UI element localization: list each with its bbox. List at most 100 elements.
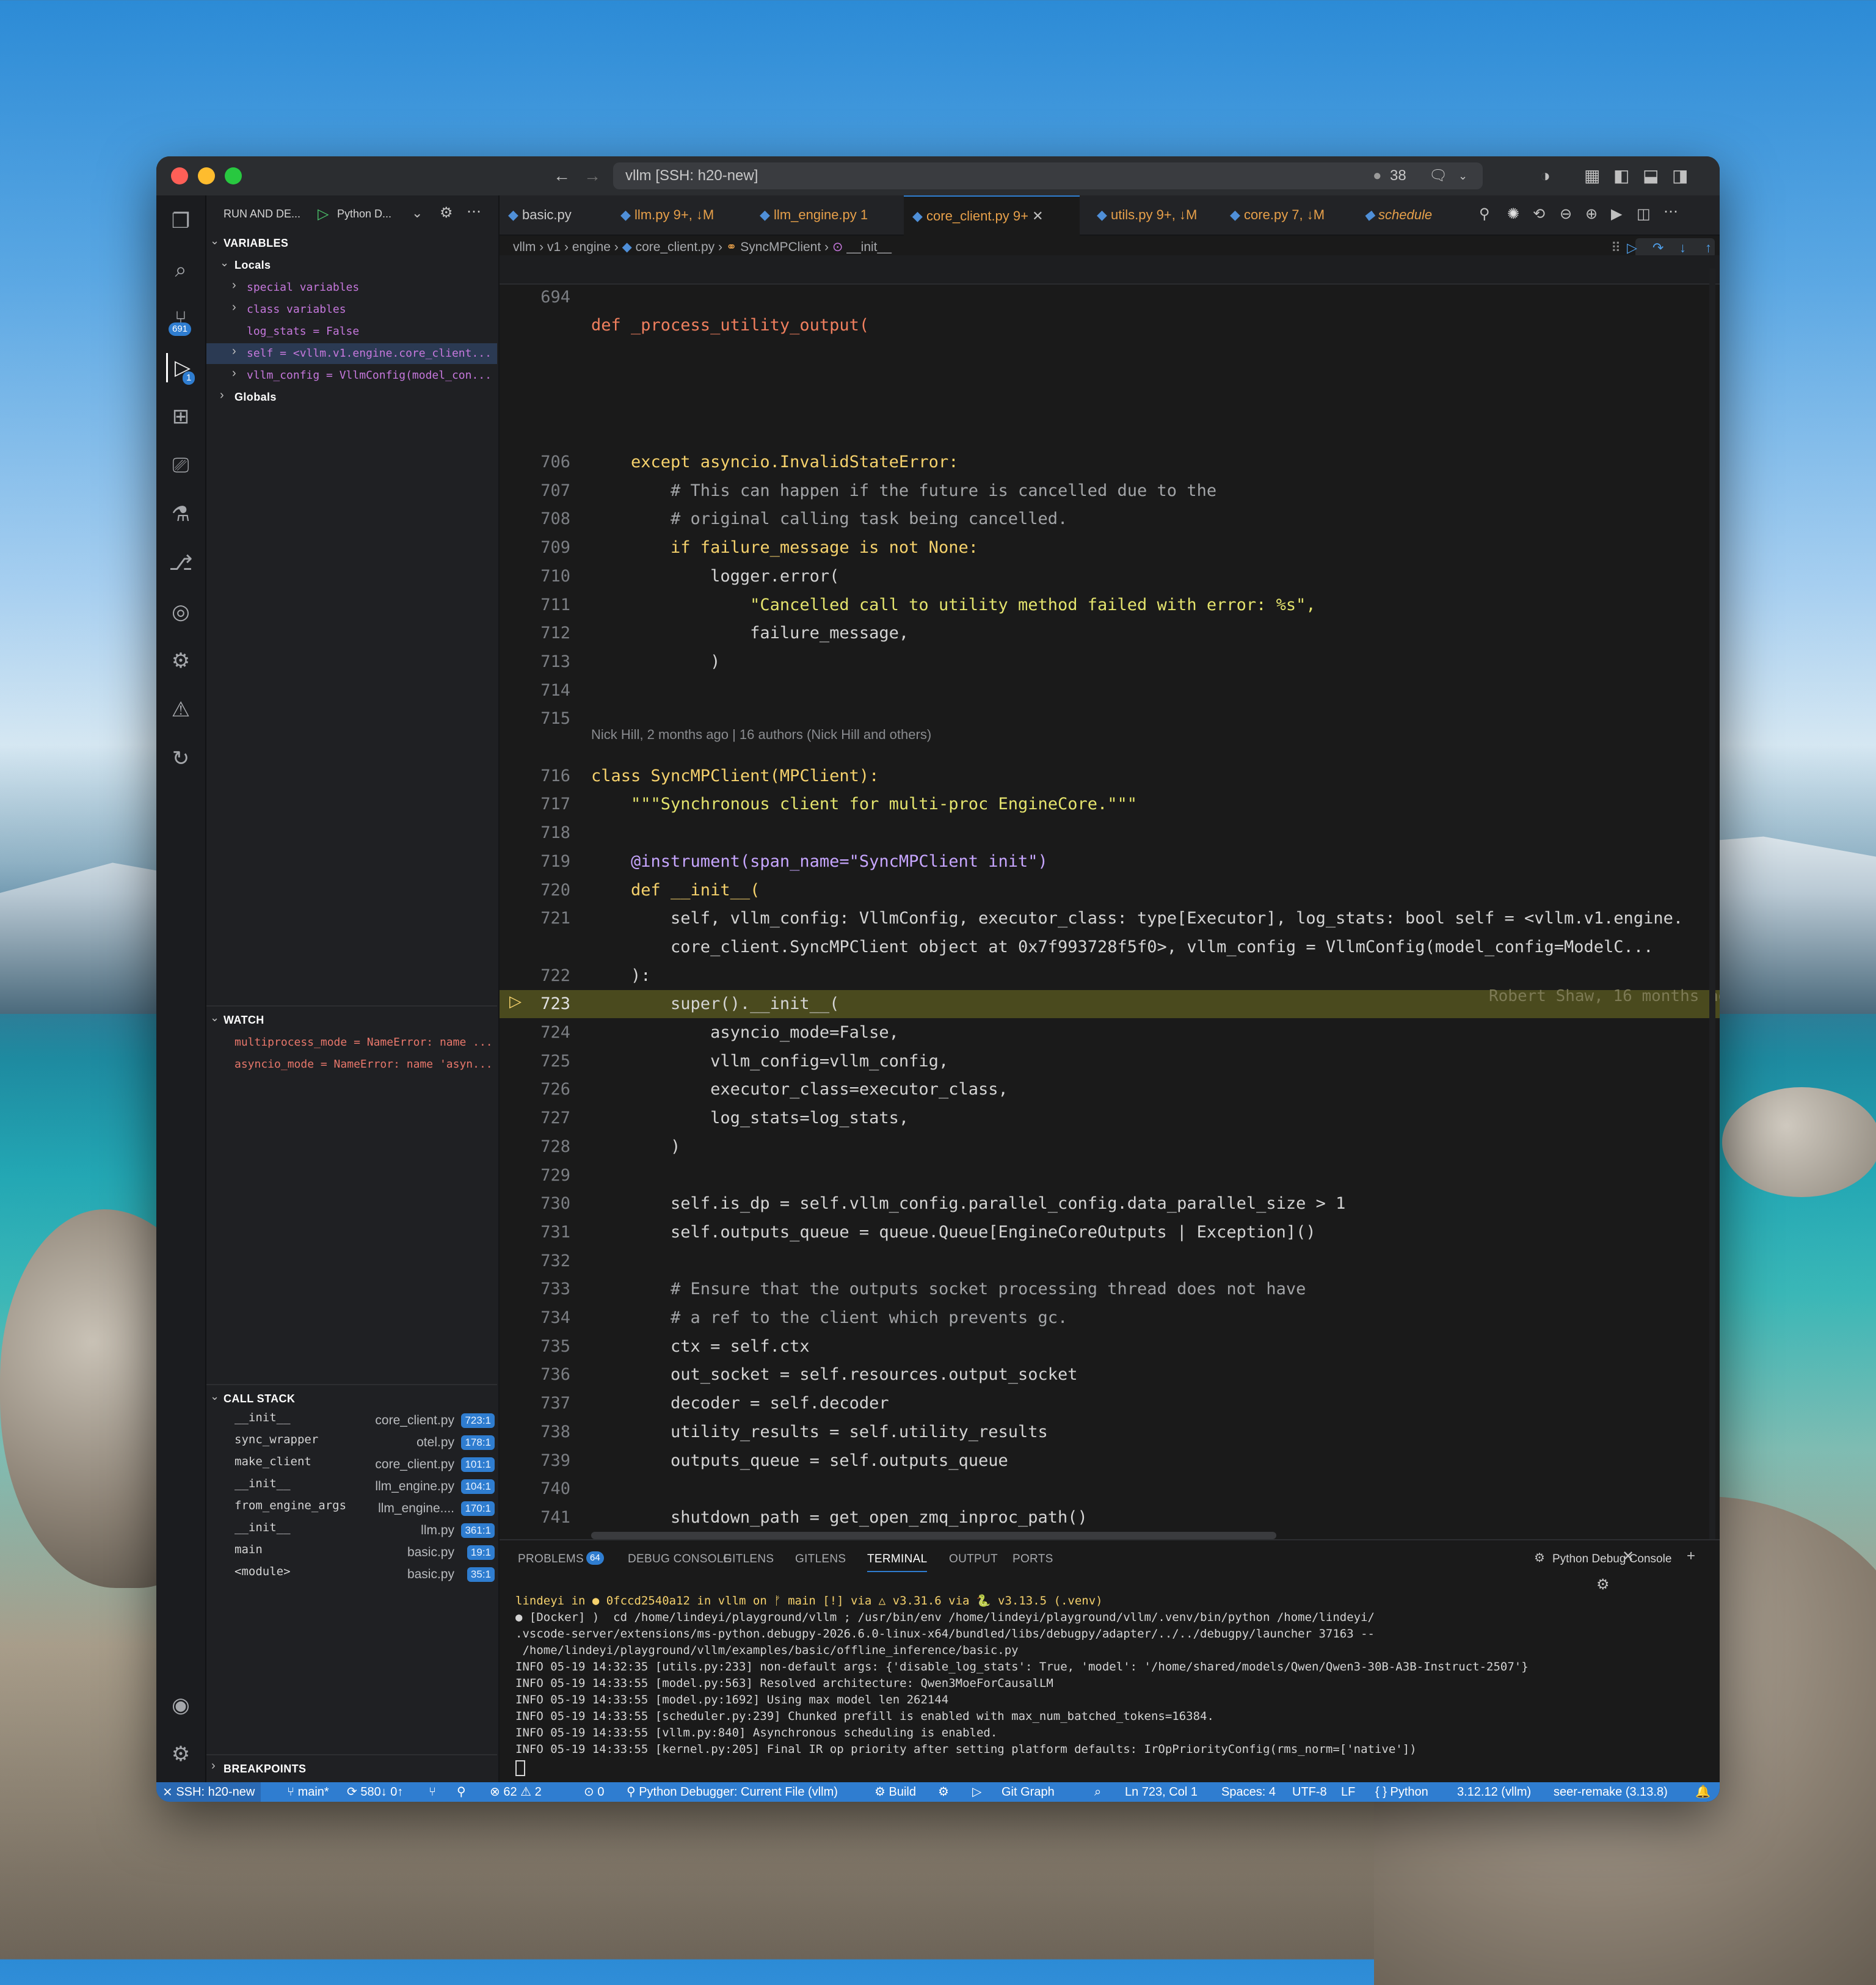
- code-line[interactable]: 737 decoder = self.decoder: [500, 1390, 1720, 1418]
- toggle-panel-icon[interactable]: ⬓: [1643, 166, 1659, 186]
- code-line[interactable]: 728 ): [500, 1133, 1720, 1161]
- code-line[interactable]: 722 ):: [500, 962, 1720, 990]
- chevron-right-icon[interactable]: ›: [211, 1759, 216, 1773]
- settings-gear-icon[interactable]: ⚙: [166, 1739, 195, 1769]
- terminal-name[interactable]: Python Debug Console: [1552, 1553, 1671, 1566]
- tab-core-client-py[interactable]: ◆ core_client.py 9+ ✕: [904, 195, 1080, 236]
- containers-icon[interactable]: ⚙: [166, 646, 195, 676]
- tab-core-py[interactable]: ◆ core.py 7, ↓M: [1230, 195, 1325, 235]
- breadcrumb-item[interactable]: __init__: [846, 240, 892, 254]
- code-line[interactable]: 727 log_stats=log_stats,: [500, 1104, 1720, 1132]
- language-mode[interactable]: { } Python: [1375, 1782, 1428, 1802]
- zoom-window-button[interactable]: [225, 167, 242, 184]
- code-line[interactable]: 741 shutdown_path = get_open_zmq_inproc_…: [500, 1504, 1720, 1532]
- code-line[interactable]: 714: [500, 677, 1720, 705]
- testing-icon[interactable]: ⚗: [166, 500, 195, 529]
- code-line[interactable]: 736 out_socket = self.resources.output_s…: [500, 1361, 1720, 1389]
- python-env[interactable]: seer-remake (3.13.8): [1554, 1782, 1668, 1802]
- notifications-bell-icon[interactable]: 🔔: [1695, 1782, 1711, 1802]
- toggle-secondary-sidebar-icon[interactable]: ◨: [1672, 166, 1688, 186]
- horizontal-scrollbar[interactable]: [591, 1532, 1276, 1539]
- more-actions-icon[interactable]: ⋯: [467, 203, 481, 220]
- gear-icon[interactable]: ⚙: [440, 204, 453, 222]
- tab-llm-py[interactable]: ◆ llm.py 9+, ↓M: [620, 195, 714, 235]
- code-line[interactable]: 713 ): [500, 648, 1720, 676]
- watch-expression[interactable]: multiprocess_mode = NameError: name ...: [234, 1036, 493, 1049]
- breadcrumb-item[interactable]: SyncMPClient: [740, 240, 821, 254]
- build-status[interactable]: ⚙ Build: [874, 1782, 916, 1802]
- encoding[interactable]: UTF-8: [1292, 1782, 1327, 1802]
- more-actions-icon[interactable]: ⋯: [1663, 203, 1678, 220]
- gitlens-icon[interactable]: ◎: [166, 597, 195, 627]
- locals-scope[interactable]: Locals: [234, 259, 271, 272]
- copilot-icon[interactable]: ✺: [1507, 205, 1519, 223]
- source-control-icon[interactable]: ⑂ 691: [166, 304, 195, 336]
- explorer-icon[interactable]: ❐: [166, 206, 195, 236]
- chat-icon[interactable]: 🗨: [1429, 162, 1447, 189]
- gitlens-icon[interactable]: ⚲: [457, 1782, 466, 1802]
- code-line[interactable]: 739 outputs_queue = self.outputs_queue: [500, 1447, 1720, 1475]
- variable-log-stats[interactable]: log_stats = False: [247, 325, 359, 338]
- code-line[interactable]: 730 self.is_dp = self.vllm_config.parall…: [500, 1190, 1720, 1218]
- remote-indicator[interactable]: ⨯ SSH: h20-new: [156, 1782, 261, 1802]
- breadcrumb-item[interactable]: vllm: [513, 240, 536, 254]
- account-icon[interactable]: ◉: [166, 1691, 195, 1720]
- close-window-button[interactable]: [171, 167, 188, 184]
- code-line[interactable]: 725 vllm_config=vllm_config,: [500, 1047, 1720, 1076]
- watch-header[interactable]: WATCH: [224, 1014, 264, 1027]
- tab-problems[interactable]: PROBLEMS: [518, 1553, 584, 1566]
- next-change-icon[interactable]: ⊕: [1585, 205, 1598, 223]
- tab-schedule[interactable]: ◆ schedule: [1364, 195, 1432, 235]
- timeline-icon[interactable]: ↻: [166, 744, 195, 773]
- code-line[interactable]: 735 ctx = self.ctx: [500, 1333, 1720, 1361]
- minimize-window-button[interactable]: [198, 167, 215, 184]
- code-line[interactable]: core_client.SyncMPClient object at 0x7f9…: [500, 933, 1720, 961]
- code-line[interactable]: 731 self.outputs_queue = queue.Queue[Eng…: [500, 1218, 1720, 1247]
- sync-indicator[interactable]: ⟳ 580↓ 0↑: [347, 1782, 403, 1802]
- breadcrumb-item[interactable]: engine: [572, 240, 611, 254]
- customize-layout-icon[interactable]: ▦: [1584, 166, 1600, 186]
- python-interpreter[interactable]: 3.12.12 (vllm): [1457, 1782, 1531, 1802]
- blame-codelens[interactable]: Nick Hill, 2 months ago | 16 authors (Ni…: [591, 727, 931, 743]
- chevron-down-icon[interactable]: ⌄: [412, 205, 423, 221]
- chevron-down-icon[interactable]: ⌄: [210, 1011, 219, 1024]
- code-line[interactable]: 740: [500, 1475, 1720, 1503]
- tab-terminal[interactable]: TERMINAL: [867, 1553, 928, 1572]
- code-line[interactable]: 718: [500, 819, 1720, 847]
- code-line[interactable]: 717 """Synchronous client for multi-proc…: [500, 790, 1720, 818]
- breakpoints-header[interactable]: BREAKPOINTS: [224, 1763, 306, 1776]
- tab-ports[interactable]: PORTS: [1013, 1553, 1053, 1566]
- debug-icon[interactable]: ⚙: [938, 1782, 949, 1802]
- code-line[interactable]: 709 if failure_message is not None:: [500, 534, 1720, 562]
- debug-config-select[interactable]: Python D...: [337, 208, 391, 220]
- deploy-icon[interactable]: ⚠: [166, 695, 195, 724]
- chevron-down-icon[interactable]: ⌄: [210, 1390, 219, 1403]
- open-changes-icon[interactable]: ⚲: [1479, 205, 1490, 223]
- close-panel-icon[interactable]: ✕: [1622, 1548, 1634, 1565]
- zoom-icon[interactable]: ⌕: [1094, 1782, 1101, 1802]
- branch-indicator[interactable]: ⑂ main*: [287, 1782, 329, 1802]
- code-line[interactable]: 729: [500, 1162, 1720, 1190]
- command-center[interactable]: vllm [SSH: h20-new] ● 38 🗨 ⌄: [613, 162, 1483, 189]
- code-line[interactable]: 732: [500, 1247, 1720, 1275]
- call-stack-frame[interactable]: main basic.py 19:1: [234, 1543, 497, 1565]
- code-line[interactable]: 708 # original calling task being cancel…: [500, 505, 1720, 533]
- code-line[interactable]: 711 "Cancelled call to utility method fa…: [500, 591, 1720, 619]
- chevron-down-icon[interactable]: ⌄: [210, 235, 219, 247]
- variable-self[interactable]: self = <vllm.v1.engine.core_client...: [247, 347, 492, 360]
- minimap-scrollbar[interactable]: [1709, 269, 1715, 1539]
- call-stack-frame[interactable]: __init__ core_client.py 723:1: [234, 1411, 497, 1433]
- watch-expression[interactable]: asyncio_mode = NameError: name 'asyn...: [234, 1058, 493, 1071]
- run-python-icon[interactable]: ▶: [1611, 205, 1622, 223]
- variable-vllm-config[interactable]: vllm_config = VllmConfig(model_con...: [247, 369, 492, 382]
- extensions-icon[interactable]: ⊞: [166, 402, 195, 431]
- run-icon[interactable]: ▷: [972, 1782, 981, 1802]
- tab-basic-py[interactable]: ◆ basic.py: [508, 195, 572, 235]
- end-of-line[interactable]: LF: [1341, 1782, 1355, 1802]
- call-stack-frame[interactable]: make_client core_client.py 101:1: [234, 1455, 497, 1477]
- code-line[interactable]: 726 executor_class=executor_class,: [500, 1076, 1720, 1104]
- start-debug-icon[interactable]: ▷: [318, 205, 329, 223]
- code-line[interactable]: 733 # Ensure that the outputs socket pro…: [500, 1275, 1720, 1303]
- tab-utils-py[interactable]: ◆ utils.py 9+, ↓M: [1097, 195, 1197, 235]
- variables-header[interactable]: VARIABLES: [224, 237, 288, 250]
